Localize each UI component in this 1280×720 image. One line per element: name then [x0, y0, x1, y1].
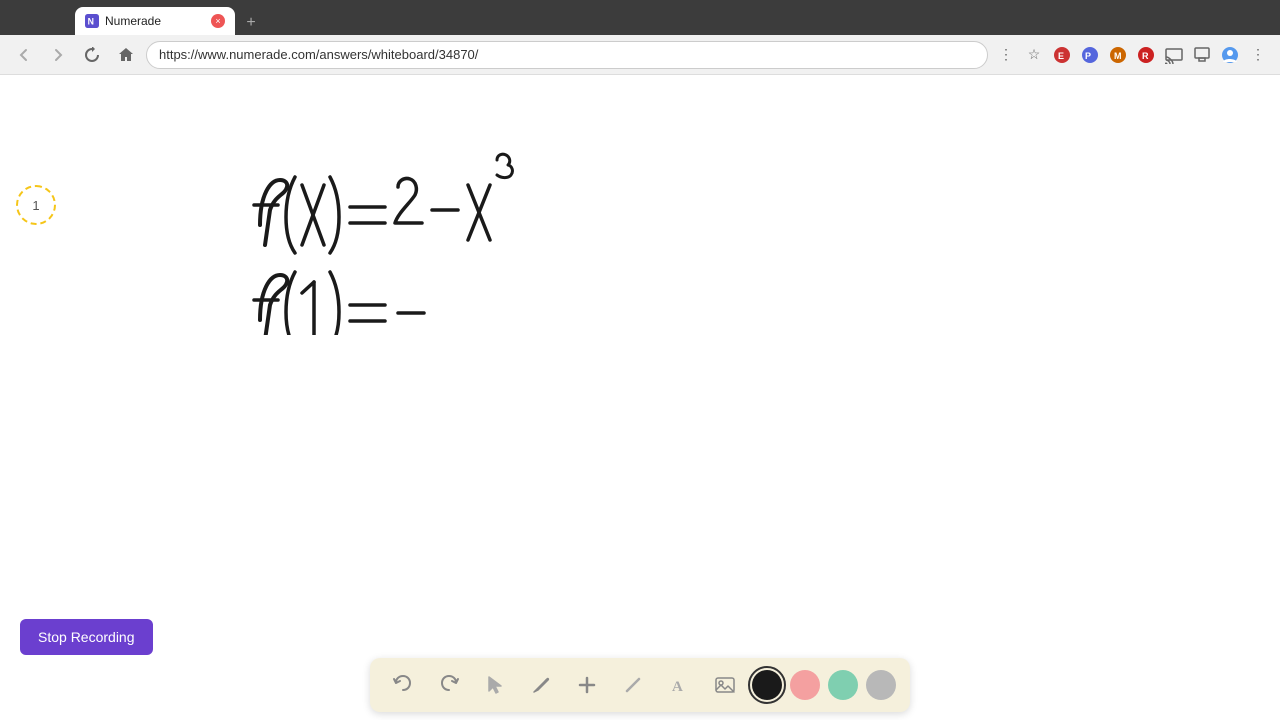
drawing-toolbar: A	[370, 658, 910, 712]
home-button[interactable]	[112, 41, 140, 69]
svg-text:R: R	[1142, 51, 1149, 61]
tab-title: Numerade	[105, 14, 205, 28]
math-equations	[240, 135, 620, 335]
ext1-icon[interactable]: E	[1050, 43, 1074, 67]
cast-icon[interactable]	[1162, 43, 1186, 67]
tab-favicon: N	[85, 14, 99, 28]
step-indicator: 1	[16, 185, 56, 225]
color-black[interactable]	[752, 670, 782, 700]
profile-icon[interactable]	[1218, 43, 1242, 67]
url-text: https://www.numerade.com/answers/whitebo…	[159, 47, 478, 62]
color-pink[interactable]	[790, 670, 820, 700]
svg-text:P: P	[1085, 51, 1091, 61]
text-tool-button[interactable]: A	[660, 666, 698, 704]
step-number: 1	[32, 198, 39, 213]
tab-close-button[interactable]: ×	[211, 14, 225, 28]
active-tab[interactable]: N Numerade ×	[75, 7, 235, 35]
svg-text:M: M	[1114, 51, 1122, 61]
color-green[interactable]	[828, 670, 858, 700]
new-tab-button[interactable]: +	[239, 11, 263, 35]
svg-text:N: N	[88, 17, 94, 27]
svg-text:E: E	[1058, 51, 1064, 61]
forward-button[interactable]	[44, 41, 72, 69]
back-button[interactable]	[10, 41, 38, 69]
image-tool-button[interactable]	[706, 666, 744, 704]
bookmark-icon[interactable]: ☆	[1022, 43, 1046, 67]
whiteboard-canvas[interactable]: 1	[0, 75, 1280, 720]
redo-button[interactable]	[430, 666, 468, 704]
extensions-icon[interactable]: ⋮	[994, 43, 1018, 67]
ext4-icon[interactable]: R	[1134, 43, 1158, 67]
stop-recording-button[interactable]: Stop Recording	[20, 619, 153, 655]
ext3-icon[interactable]: M	[1106, 43, 1130, 67]
line-tool-button[interactable]	[614, 666, 652, 704]
reload-button[interactable]	[78, 41, 106, 69]
address-bar[interactable]: https://www.numerade.com/answers/whitebo…	[146, 41, 988, 69]
cast2-icon[interactable]	[1190, 43, 1214, 67]
undo-button[interactable]	[384, 666, 422, 704]
nav-right-icons: ⋮ ☆ E P M R ⋮	[994, 43, 1270, 67]
page-content: 1	[0, 75, 1280, 720]
menu-icon[interactable]: ⋮	[1246, 43, 1270, 67]
ext2-icon[interactable]: P	[1078, 43, 1102, 67]
pen-tool-button[interactable]	[522, 666, 560, 704]
navigation-bar: https://www.numerade.com/answers/whitebo…	[0, 35, 1280, 75]
math-content	[240, 135, 620, 340]
select-tool-button[interactable]	[476, 666, 514, 704]
add-shape-button[interactable]	[568, 666, 606, 704]
color-gray[interactable]	[866, 670, 896, 700]
svg-text:A: A	[672, 679, 683, 695]
